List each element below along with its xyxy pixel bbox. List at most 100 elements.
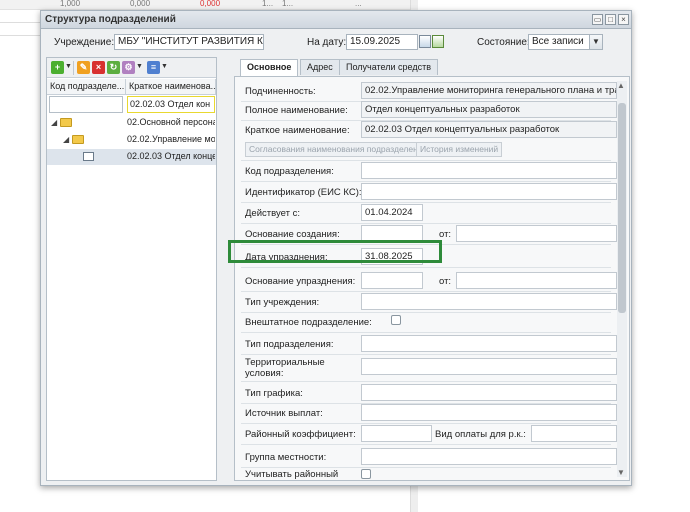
- tree-row-label: 02.Основной персонал: [127, 117, 215, 127]
- state-label: Состояние:: [477, 37, 530, 48]
- date-label: На дату:: [307, 37, 347, 48]
- payment-kind-label: Вид оплаты для р.к.:: [435, 429, 526, 440]
- panel-splitter[interactable]: [218, 57, 232, 481]
- form-scrollbar[interactable]: ▲ ▼: [617, 81, 627, 477]
- inst-type-field[interactable]: [361, 293, 617, 310]
- active-from-field[interactable]: 01.04.2024: [361, 204, 423, 221]
- code-filter-input[interactable]: [49, 96, 123, 113]
- folder-icon: [72, 135, 84, 144]
- chevron-down-icon[interactable]: ▼: [589, 34, 603, 50]
- outstaff-checkbox[interactable]: [391, 315, 401, 325]
- territorial-field[interactable]: [361, 358, 617, 375]
- chevron-down-icon[interactable]: ▼: [136, 63, 143, 70]
- name-filter-input[interactable]: 02.02.03 Отдел кон: [127, 96, 215, 113]
- creation-from-field[interactable]: [456, 225, 617, 242]
- chevron-down-icon[interactable]: ▼: [65, 63, 72, 70]
- date-field[interactable]: 15.09.2025: [346, 34, 418, 50]
- institution-label: Учреждение:: [54, 37, 115, 48]
- background-app-strip: 1,000 0,000 0,000 1... 1... ...: [0, 0, 410, 10]
- add-icon[interactable]: +: [51, 61, 64, 74]
- tab-recipients[interactable]: Получатели средств: [339, 59, 438, 75]
- apply-date-icon[interactable]: [432, 35, 444, 48]
- settings-icon[interactable]: ⚙: [122, 61, 135, 74]
- refresh-icon[interactable]: ↻: [107, 61, 120, 74]
- agreement-button[interactable]: Согласования наименования подразделения: [245, 142, 432, 157]
- background-divider: [0, 35, 40, 36]
- abolish-from-field[interactable]: [456, 272, 617, 289]
- edit-icon[interactable]: ✎: [77, 61, 90, 74]
- row-divider: [241, 160, 611, 161]
- payment-kind-field[interactable]: [531, 425, 617, 442]
- scroll-down-icon[interactable]: ▼: [617, 468, 625, 477]
- dept-type-label: Тип подразделения:: [245, 339, 334, 350]
- code-field[interactable]: [361, 162, 617, 179]
- close-icon[interactable]: ×: [618, 14, 629, 25]
- column-header-code[interactable]: Код подразделе...: [47, 79, 126, 95]
- creation-from-label: от:: [439, 229, 452, 240]
- inst-type-label: Тип учреждения:: [245, 297, 320, 308]
- schedule-label: Тип графика:: [245, 388, 303, 399]
- tree-row[interactable]: ◢ 02.Основной персонал: [47, 115, 216, 131]
- main-tab-content: Подчиненность: 02.02.Управление монитори…: [234, 76, 630, 481]
- abolish-date-highlight: [228, 240, 442, 263]
- district-coef-label: Районный коэффициент:: [245, 429, 356, 440]
- row-divider: [241, 267, 611, 268]
- abolish-basis-label: Основание упразднения:: [245, 276, 356, 287]
- details-panel: Основное Адрес Получатели средств Подчин…: [234, 57, 630, 481]
- tab-address[interactable]: Адрес: [300, 59, 340, 75]
- schedule-field[interactable]: [361, 384, 617, 401]
- row-divider: [241, 291, 611, 292]
- maximize-icon[interactable]: □: [605, 14, 616, 25]
- collapse-icon[interactable]: ◢: [63, 135, 69, 144]
- calendar-icon[interactable]: [419, 35, 431, 48]
- consider-coef-label: Учитывать районный коэффициент при расче…: [245, 469, 339, 480]
- background-divider: [0, 22, 40, 23]
- subordination-label: Подчиненность:: [245, 86, 316, 97]
- abolish-from-label: от:: [439, 276, 452, 287]
- institution-field[interactable]: МБУ "ИНСТИТУТ РАЗВИТИЯ КАЗАН: [114, 34, 264, 50]
- background-cell: 1,000: [60, 0, 81, 8]
- eis-field[interactable]: [361, 183, 617, 200]
- tree-panel: + ▼ ✎ × ↻ ⚙ ▼ ≡ ▼ Код подразделе... Крат…: [46, 57, 217, 481]
- territorial-label: Территориальные условия:: [245, 357, 325, 379]
- column-header-short-name[interactable]: Краткое наименова...: [126, 79, 216, 95]
- collapse-icon[interactable]: ◢: [51, 118, 57, 127]
- minimize-icon[interactable]: ▭: [592, 14, 603, 25]
- district-coef-field[interactable]: [361, 425, 432, 442]
- payment-source-field[interactable]: [361, 404, 617, 421]
- document-icon: [83, 152, 94, 161]
- history-button[interactable]: История изменений: [416, 142, 503, 157]
- scrollbar-thumb[interactable]: [618, 103, 626, 313]
- tree-row[interactable]: ◢ 02.02.Управление мони: [47, 132, 216, 148]
- filter-icon[interactable]: ≡: [147, 61, 160, 74]
- outstaff-label: Внештатное подразделение:: [245, 317, 372, 328]
- tree-row-label: 02.02.03 Отдел концепт: [127, 151, 215, 161]
- background-cell: 1...: [262, 0, 274, 8]
- full-name-field[interactable]: Отдел концептуальных разработок: [361, 101, 617, 118]
- background-cell: ...: [355, 0, 362, 8]
- abolish-basis-field[interactable]: [361, 272, 423, 289]
- tree-toolbar: + ▼ ✎ × ↻ ⚙ ▼ ≡ ▼: [47, 58, 216, 78]
- creation-basis-label: Основание создания:: [245, 229, 340, 240]
- row-divider: [241, 202, 611, 203]
- eis-label: Идентификатор (ЕИС КС):: [245, 187, 362, 198]
- active-from-label: Действует с:: [245, 208, 300, 219]
- tree-row-selected[interactable]: 02.02.03 Отдел концепт: [47, 149, 216, 165]
- full-name-label: Полное наименование:: [245, 105, 348, 116]
- window-titlebar[interactable]: Структура подразделений ▭ □ ×: [41, 11, 631, 29]
- tab-main[interactable]: Основное: [240, 59, 299, 76]
- row-divider: [241, 223, 611, 224]
- delete-icon[interactable]: ×: [92, 61, 105, 74]
- locality-group-field[interactable]: [361, 448, 617, 465]
- subordination-field[interactable]: 02.02.Управление мониторинга генеральног…: [361, 82, 617, 99]
- short-name-field[interactable]: 02.02.03 Отдел концептуальных разработок: [361, 121, 617, 138]
- tree-row-label: 02.02.Управление мони: [127, 134, 215, 144]
- background-cell: 1...: [282, 0, 294, 8]
- background-cell: 0,000: [130, 0, 151, 8]
- consider-coef-checkbox[interactable]: [361, 469, 371, 479]
- scroll-up-icon[interactable]: ▲: [617, 81, 625, 90]
- row-divider: [241, 354, 611, 355]
- dept-type-field[interactable]: [361, 335, 617, 352]
- chevron-down-icon[interactable]: ▼: [161, 63, 168, 70]
- state-select[interactable]: Все записи: [528, 34, 590, 50]
